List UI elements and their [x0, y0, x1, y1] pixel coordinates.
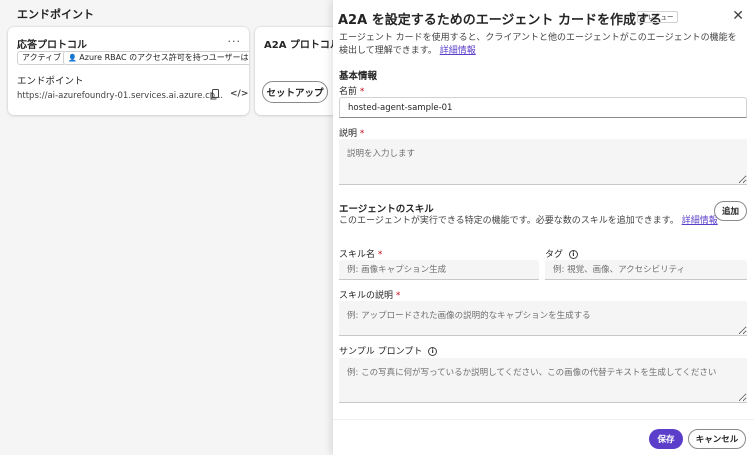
agent-card-panel: A2A を設定するためのエージェント カードを作成する プレビュー ✕ エージェ…	[333, 0, 754, 455]
response-protocol-card: 応答プロトコル ... アクティブ 👤 Azure RBAC のアクセス許可を持…	[8, 27, 249, 115]
skill-description-label-text: スキルの説明	[339, 291, 394, 301]
tags-field[interactable]	[545, 260, 747, 280]
page-title: エンドポイント	[17, 8, 94, 21]
required-mark: *	[377, 250, 383, 260]
skills-description: このエージェントが実行できる特定の機能です。必要な数のスキルを追加できます。 詳…	[339, 213, 718, 226]
description-field[interactable]	[339, 139, 747, 185]
tags-label-text: タグ	[545, 250, 564, 260]
sample-prompt-field[interactable]	[339, 358, 747, 403]
tags-label: タグ i	[545, 247, 578, 260]
card-title: A2A プロトコル	[264, 40, 340, 51]
panel-title: A2A を設定するためのエージェント カードを作成する	[338, 13, 662, 28]
info-icon[interactable]: i	[428, 347, 438, 356]
cancel-button[interactable]: キャンセル	[688, 429, 746, 449]
info-icon[interactable]: i	[568, 250, 578, 259]
learn-more-link[interactable]: 詳細情報	[440, 46, 476, 56]
add-skill-button[interactable]: 追加	[714, 201, 747, 221]
save-button[interactable]: 保存	[649, 429, 683, 449]
skill-description-field[interactable]	[339, 301, 747, 336]
skill-description-label: スキルの説明 *	[339, 288, 400, 301]
basic-info-heading: 基本情報	[339, 71, 378, 82]
skill-name-label: スキル名 *	[339, 247, 382, 260]
required-mark: *	[359, 129, 365, 139]
name-field[interactable]	[339, 97, 747, 118]
person-icon: 👤	[68, 54, 77, 62]
description-label: 説明 *	[339, 126, 364, 139]
a2a-protocol-card: A2A プロトコル セットアップ	[255, 27, 345, 115]
panel-description: エージェント カードを使用すると、クライアントと他のエージェントがこのエージェン…	[339, 32, 744, 57]
required-mark: *	[359, 87, 365, 97]
close-icon[interactable]: ✕	[732, 8, 744, 24]
skills-learn-more-link[interactable]: 詳細情報	[682, 216, 718, 226]
name-label-text: 名前	[339, 87, 358, 97]
status-badge: アクティブ	[17, 51, 67, 65]
sample-prompt-label: サンプル プロンプト i	[339, 344, 438, 357]
setup-button[interactable]: セットアップ	[262, 81, 328, 103]
description-text: エージェント カードを使用すると、クライアントと他のエージェントがこのエージェン…	[339, 33, 737, 56]
access-badge-label: Azure RBAC のアクセス許可を持つユーザーはアクセス	[79, 53, 249, 62]
more-options-button[interactable]: ...	[228, 32, 242, 45]
skill-name-label-text: スキル名	[339, 250, 376, 260]
card-title: 応答プロトコル	[17, 40, 87, 51]
required-mark: *	[395, 291, 401, 301]
skill-name-field[interactable]	[339, 260, 539, 280]
footer-divider	[333, 419, 754, 420]
skills-description-text: このエージェントが実行できる特定の機能です。必要な数のスキルを追加できます。	[339, 216, 679, 226]
code-icon[interactable]: </>	[230, 89, 248, 99]
access-badge: 👤 Azure RBAC のアクセス許可を持つユーザーはアクセス	[63, 51, 249, 65]
sample-prompt-label-text: サンプル プロンプト	[339, 347, 423, 357]
preview-badge: プレビュー	[637, 11, 678, 23]
endpoint-label: エンドポイント	[17, 76, 84, 87]
description-label-text: 説明	[339, 129, 358, 139]
copy-icon[interactable]	[210, 89, 219, 100]
endpoint-url: https://ai-azurefoundry-01.services.ai.a…	[17, 91, 224, 101]
name-label: 名前 *	[339, 84, 364, 97]
